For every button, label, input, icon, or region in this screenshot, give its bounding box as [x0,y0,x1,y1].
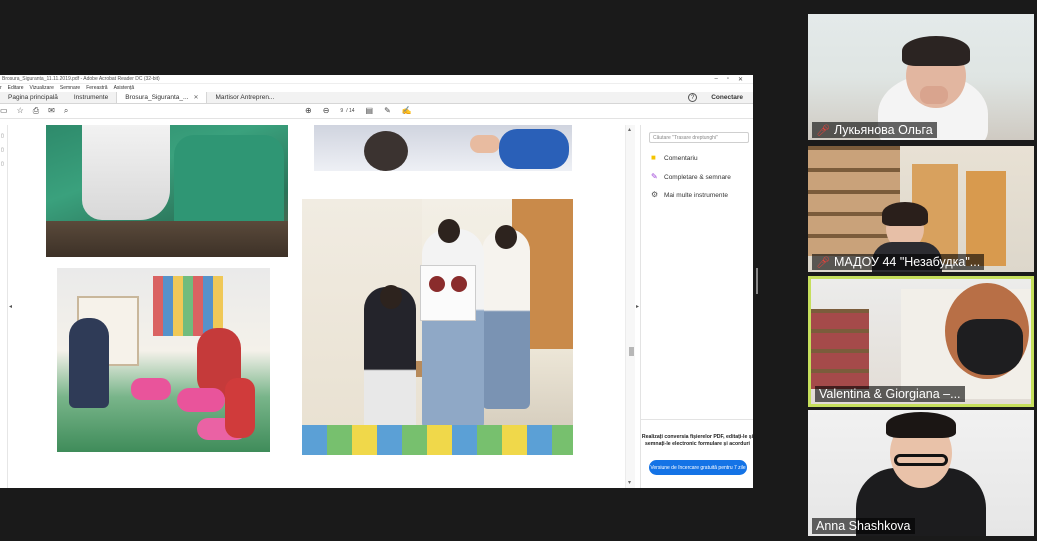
participant-name: Valentina & Giorgiana –... [819,387,961,401]
tool-label: Mai multe instrumente [664,191,728,199]
save-icon[interactable]: ▭ [0,107,8,115]
tab-document-label: Martisor Antrepren... [215,94,275,101]
connect-button[interactable]: Conectare [711,94,743,101]
panel-resize-handle[interactable] [756,268,758,294]
menu-item-file[interactable]: r [0,85,2,91]
menu-item-edit[interactable]: Editare [8,85,24,91]
participant-name-label: 🎤︎ МАДОУ 44 "Незабудка"... [812,254,985,270]
participant-name: Лукьянова Ольга [833,123,933,137]
collapse-left-icon[interactable]: ◂ [9,303,12,310]
tool-comment[interactable]: ■ Comentariu [651,154,698,162]
tab-document-brosura[interactable]: Brosura_Siguranta_... ✕ [116,92,208,103]
document-view[interactable]: ▯ ▯ ▯ ◂ ▴ ▾ [0,125,640,488]
tool-label: Comentariu [664,154,698,162]
meeting-stage: Brosura_Siguranta_11.11.2019.pdf - Adobe… [0,0,1037,541]
more-tools-icon: ⚙ [651,190,659,199]
pen-icon[interactable]: ✎ [384,107,391,115]
help-icon[interactable]: ? [688,93,698,102]
participant-tile[interactable]: 🎤︎ МАДОУ 44 "Незабудка"... [808,146,1034,272]
participant-name-label: Valentina & Giorgiana –... [815,386,965,402]
participant-name: Anna Shashkova [816,519,911,533]
minimize-icon[interactable]: – [714,76,717,83]
rail-icon[interactable]: ▯ [1,133,7,139]
participant-tile[interactable]: Anna Shashkova [808,410,1034,536]
page-current[interactable]: 9 [340,108,343,114]
fill-sign-icon: ✎ [651,172,658,181]
comment-icon: ■ [651,153,656,162]
promo-text: Realizați conversia fișierelor PDF, edit… [641,419,753,448]
photo-children-green-gowns [46,125,288,257]
left-rail: ▯ ▯ ▯ [0,125,8,488]
tools-search-input[interactable]: Căutare "Trasare dreptunghi" [649,132,749,143]
scroll-down-icon[interactable]: ▾ [628,479,631,486]
mic-muted-icon: 🎤︎ [816,124,830,137]
menu-bar: r Editare Vizualizare Semnare Fereastră … [0,84,753,92]
collapse-right-icon[interactable]: ▸ [636,303,639,310]
sign-icon[interactable]: ✍ [402,107,412,115]
photo-classroom-play [57,268,270,452]
tab-tools-label: Instrumente [73,94,109,101]
toolbar: ▭ ☆ ⎙ ✉ ⌕ ⊕ ⊖ 9 / 14 ▤ ✎ ✍ [0,104,753,119]
close-tab-icon[interactable]: ✕ [193,94,198,101]
participant-name-label: Anna Shashkova [812,518,915,534]
tools-pane: ▸ Căutare "Trasare dreptunghi" ■ Comenta… [636,125,753,488]
free-trial-button[interactable]: Versiune de încercare gratuită pentru 7 … [649,460,747,475]
email-icon[interactable]: ✉ [48,107,55,115]
page-down-icon[interactable]: ⊖ [323,107,330,115]
participant-tile-active-speaker[interactable]: Valentina & Giorgiana –... [808,276,1034,407]
print-icon[interactable]: ⎙ [33,107,39,115]
search-icon[interactable]: ⌕ [64,107,68,115]
window-title: Brosura_Siguranta_11.11.2019.pdf - Adobe… [2,76,160,82]
tab-document-label: Brosura_Siguranta_... [125,94,189,101]
scroll-thumb[interactable] [629,347,634,356]
photo-reading-book [302,199,573,455]
tab-home[interactable]: Pagina principală [0,92,66,103]
menu-item-sign[interactable]: Semnare [60,85,80,91]
maximize-icon[interactable]: ▫ [727,76,729,83]
acrobat-titlebar: Brosura_Siguranta_11.11.2019.pdf - Adobe… [0,75,753,84]
page-indicator[interactable]: 9 / 14 [340,108,354,114]
participant-tile[interactable]: 🎤︎ Лукьянова Ольга [808,14,1034,140]
close-icon[interactable]: ✕ [738,76,743,83]
tab-bar: Pagina principală Instrumente Brosura_Si… [0,92,753,104]
rail-icon[interactable]: ▯ [1,161,7,167]
photo-children-floor [314,125,572,171]
page-up-icon[interactable]: ⊕ [305,107,312,115]
mic-muted-icon: 🎤︎ [816,256,830,269]
tab-tools[interactable]: Instrumente [66,92,116,103]
menu-item-view[interactable]: Vizualizare [30,85,54,91]
tool-more[interactable]: ⚙ Mai multe instrumente [651,191,728,199]
tool-label: Completare & semnare [664,173,731,181]
participant-name: МАДОУ 44 "Незабудка"... [833,255,981,269]
vertical-scrollbar[interactable]: ▴ ▾ [625,125,635,488]
shared-screen: Brosura_Siguranta_11.11.2019.pdf - Adobe… [0,75,753,488]
page-total: / 14 [346,108,355,114]
participant-name-label: 🎤︎ Лукьянова Ольга [812,122,937,138]
tab-home-label: Pagina principală [8,94,58,101]
comment-tool-icon[interactable]: ▤ [366,107,374,115]
menu-item-window[interactable]: Fereastră [86,85,107,91]
rail-icon[interactable]: ▯ [1,147,7,153]
bookmark-star-icon[interactable]: ☆ [17,107,24,115]
scroll-up-icon[interactable]: ▴ [628,126,631,133]
menu-item-help[interactable]: Asistență [114,85,135,91]
tool-fill-sign[interactable]: ✎ Completare & semnare [651,173,731,181]
tab-document-martisor[interactable]: Martisor Antrepren... [207,92,282,103]
